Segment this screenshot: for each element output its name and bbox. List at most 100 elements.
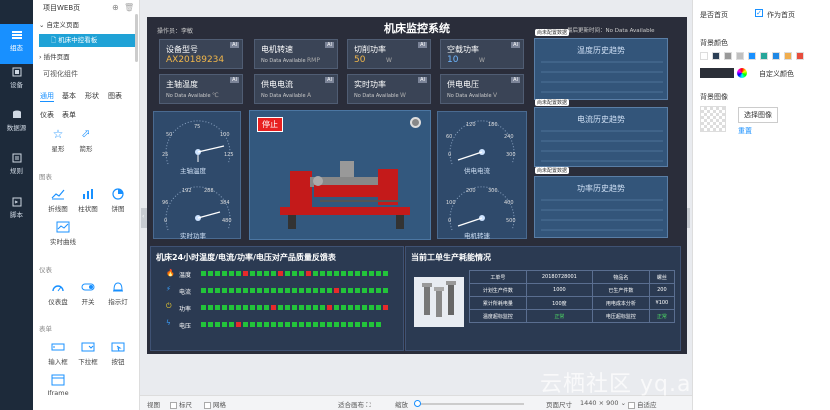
gauge-tick: 0 [164, 218, 168, 224]
gauge-realtime-power-dial [165, 186, 231, 231]
card-supply-voltage[interactable]: 供电电压 AI No Data Available V [440, 74, 524, 104]
status-cell-ok [355, 271, 360, 276]
tree-item-plugin[interactable]: › 插件页面 [39, 51, 137, 64]
card-model[interactable]: 设备型号 AI AX20189234 [159, 39, 243, 69]
tab-basic[interactable]: 基本 [62, 91, 76, 101]
choose-image-button[interactable]: 选择图像 [738, 107, 778, 123]
status-cell-ok [229, 288, 234, 293]
tab-chart[interactable]: 图表 [108, 91, 122, 101]
tab-common[interactable]: 通用 [40, 91, 54, 102]
tree-scrollbar[interactable] [135, 14, 138, 62]
card-label: 实时功率 [354, 80, 386, 89]
status-cell-ok [383, 271, 388, 276]
color-swatch[interactable] [736, 52, 744, 60]
card-realtime-power[interactable]: 实时功率 AI No Data Available W [347, 74, 431, 104]
status-cell-ok [376, 322, 381, 327]
color-swatch[interactable] [748, 52, 756, 60]
comp-bar-chart[interactable]: 柱状图 [73, 188, 103, 213]
tab-shape[interactable]: 形状 [85, 91, 99, 101]
table-cell: 累计所耗电量 [469, 296, 527, 310]
status-cell-ok [201, 288, 206, 293]
rail-item-config[interactable]: 组态 [0, 24, 33, 64]
trend-title: 电流历史趋势 [577, 115, 625, 124]
zoom-slider-handle[interactable] [414, 400, 421, 407]
card-motor-speed[interactable]: 电机转速 AI No Data Available RMP [254, 39, 338, 69]
tree-item-custom[interactable]: ⌄ 自定义页面 [39, 19, 137, 32]
comp-line-chart[interactable]: 折线图 [43, 188, 73, 213]
comp-realtime-curve[interactable]: 实时曲线 [43, 221, 83, 246]
comp-select[interactable]: 下拉框 [73, 341, 103, 366]
table-row: 温度超标监控 正常 电压超标监控 正常 [469, 309, 676, 323]
trash-icon[interactable]: 🗑 [124, 3, 134, 12]
color-swatch[interactable] [784, 52, 792, 60]
trend-grid [541, 199, 663, 231]
gauge-tick: 288 [204, 188, 214, 194]
comp-star[interactable]: ☆ 星形 [43, 128, 73, 153]
color-picker-icon[interactable] [737, 68, 747, 78]
color-swatch[interactable] [700, 52, 708, 60]
section-title: 机床24小时温度/电流/功率/电压对产品质量反馈表 [156, 253, 336, 262]
color-swatch[interactable] [724, 52, 732, 60]
card-spindle-temp[interactable]: 主轴温度 AI No Data Available ℃ [159, 74, 243, 104]
grid-toggle[interactable]: 网格 [204, 399, 226, 409]
table-cell: 200 [648, 283, 676, 297]
bell-icon [113, 282, 123, 292]
comp-input[interactable]: 输入框 [43, 341, 73, 366]
comp-label: 柱状图 [78, 205, 98, 213]
status-cell-ok [341, 271, 346, 276]
trend-temp[interactable]: 温度历史趋势 [534, 38, 668, 100]
grid-checkbox[interactable] [204, 401, 211, 409]
rail-item-datasource[interactable]: 数据源 [0, 107, 33, 147]
status-cell-ok [264, 305, 269, 310]
rail-item-script[interactable]: 脚本 [0, 194, 33, 234]
color-swatch[interactable] [772, 52, 780, 60]
card-cutting-power[interactable]: 切削功率 AI 50 W [347, 39, 431, 69]
tab-meter[interactable]: 仪表 [40, 110, 54, 120]
comp-indicator[interactable]: 指示灯 [103, 281, 133, 306]
color-swatch[interactable] [796, 52, 804, 60]
comp-arrow[interactable]: ⬀ 箭形 [71, 128, 101, 154]
zoom-slider[interactable] [414, 400, 524, 407]
comp-gauge[interactable]: 仪表盘 [43, 281, 73, 306]
rail-item-device[interactable]: 设备 [0, 64, 33, 104]
trend-power[interactable]: 功率历史趋势 [534, 176, 668, 238]
current-color-preview[interactable] [700, 68, 734, 78]
comp-iframe[interactable]: Iframe [43, 374, 73, 397]
stop-button[interactable]: 停止 [257, 117, 283, 132]
switch-icon [81, 283, 95, 291]
table-row: 工单号 20180728001 物品名 螺丝 [469, 270, 676, 284]
gauge-label: 主轴温度 [180, 167, 206, 175]
color-swatch[interactable] [760, 52, 768, 60]
status-cell-ok [320, 322, 325, 327]
color-swatch[interactable] [712, 52, 720, 60]
reset-link[interactable]: 重置 [738, 126, 752, 136]
rail-label: 规则 [10, 167, 23, 175]
page-size-select[interactable]: 1440 × 900 ⌄ [580, 399, 626, 407]
rail-item-rules[interactable]: 规则 [0, 150, 33, 190]
grid-label: 网格 [213, 401, 226, 409]
database-icon [12, 110, 21, 118]
tree-item-dashboard[interactable]: 🗋 机床中控看板 [39, 34, 137, 47]
auto-fit-checkbox[interactable] [628, 401, 635, 409]
dashboard-canvas[interactable]: 机床监控系统 操作员：李敏 最后更新时间：No Data Available 设… [147, 17, 687, 354]
trend-current[interactable]: 电流历史趋势 [534, 107, 668, 167]
card-supply-current[interactable]: 供电电流 AI No Data Available A [254, 74, 338, 104]
card-idle-power[interactable]: 空载功率 AI 10 W [440, 39, 524, 69]
as-home-checkbox[interactable]: ✓ [755, 9, 763, 17]
rail-label: 组态 [10, 44, 23, 52]
status-cell-ok [250, 305, 255, 310]
add-icon[interactable]: ⊕ [112, 3, 119, 12]
comp-pie-chart[interactable]: 饼图 [103, 188, 133, 213]
table-cell: 温度超标监控 [469, 309, 527, 323]
gauge-icon [52, 285, 64, 292]
comp-button[interactable]: 按钮 [103, 341, 133, 366]
status-cell-ok [257, 271, 262, 276]
status-cell-ok [229, 322, 234, 327]
auto-fit-toggle[interactable]: 自适应 [628, 399, 657, 409]
ruler-checkbox[interactable] [170, 401, 177, 409]
tab-form[interactable]: 表单 [62, 110, 76, 120]
fit-canvas[interactable]: 适合画布 ⛶ [338, 399, 371, 410]
comp-switch[interactable]: 开关 [73, 281, 103, 306]
ruler-toggle[interactable]: 标尺 [170, 399, 192, 409]
status-cell-ok [278, 288, 283, 293]
